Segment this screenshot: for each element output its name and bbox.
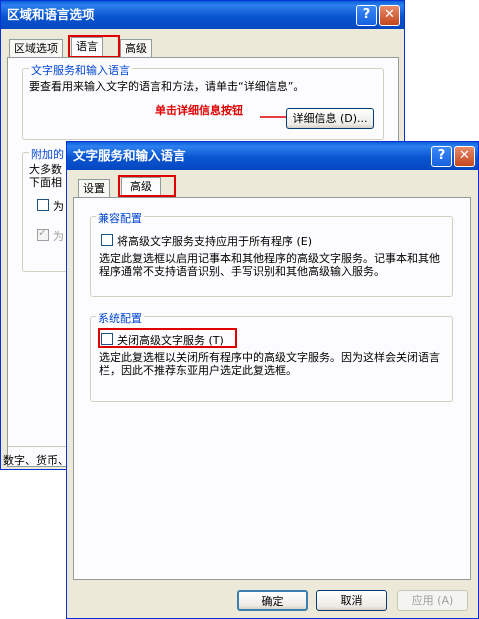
system-group: 系统配置 关闭高级文字服务 (T) 选定此复选框以关闭所有程序中的高级文字服务。… xyxy=(90,310,453,402)
close-icon[interactable]: ✕ xyxy=(454,146,475,167)
compat-checkbox[interactable] xyxy=(101,234,113,246)
checkmark-icon: ✓ xyxy=(38,226,48,239)
close-icon[interactable]: ✕ xyxy=(379,5,400,26)
tab-advanced[interactable]: 高级 xyxy=(120,39,152,58)
annotation-text: 单击详细信息按钮 xyxy=(155,104,243,117)
panel-divider xyxy=(8,446,70,447)
text-services-group: 文字服务和输入语言 要查看用来输入文字的语言和方法，请单击“详细信息”。 单击详… xyxy=(22,62,384,140)
help-icon[interactable]: ? xyxy=(356,5,377,26)
supplemental-title: 附加的 xyxy=(29,146,66,162)
tab-regional-options[interactable]: 区域选项 xyxy=(9,39,63,58)
checkbox-highlight xyxy=(98,328,237,348)
system-title: 系统配置 xyxy=(96,310,144,326)
supplemental-checkbox-1[interactable] xyxy=(37,199,49,211)
help-icon[interactable]: ? xyxy=(431,146,452,167)
bottom-text: 数字、货币、 xyxy=(3,454,69,467)
title-bar: 区域和语言选项 ? ✕ xyxy=(1,1,404,29)
system-description: 选定此复选框以关闭所有程序中的高级文字服务。因为这样会关闭语言栏，因此不推荐东亚… xyxy=(99,351,440,377)
advanced-panel: 兼容配置 将高级文字服务支持应用于所有程序 (E) 选定此复选框以启用记事本和其… xyxy=(73,197,471,580)
supplemental-checkbox-2-label: 为 xyxy=(53,230,64,243)
compat-title: 兼容配置 xyxy=(96,210,144,226)
tab-highlight xyxy=(118,175,176,197)
text-services-window: 文字服务和输入语言 ? ✕ 设置 高级 兼容配置 将高级文字服务支持应用于所有程… xyxy=(66,141,479,619)
window-title: 文字服务和输入语言 xyxy=(73,148,186,163)
details-button[interactable]: 详细信息 (D)... xyxy=(286,108,374,129)
supplemental-text-2: 下面相 xyxy=(29,176,62,189)
window-title: 区域和语言选项 xyxy=(7,7,95,22)
compat-checkbox-label[interactable]: 将高级文字服务支持应用于所有程序 (E) xyxy=(117,233,312,249)
compat-group: 兼容配置 将高级文字服务支持应用于所有程序 (E) 选定此复选框以启用记事本和其… xyxy=(90,210,453,297)
title-bar: 文字服务和输入语言 ? ✕ xyxy=(67,142,478,170)
tab-highlight xyxy=(68,35,120,58)
apply-button[interactable]: 应用 (A) xyxy=(397,590,468,611)
supplemental-checkbox-1-label: 为 xyxy=(53,200,64,213)
group-description: 要查看用来输入文字的语言和方法，请单击“详细信息”。 xyxy=(29,80,305,93)
cancel-button[interactable]: 取消 xyxy=(316,590,387,611)
tab-settings[interactable]: 设置 xyxy=(78,179,110,198)
compat-description: 选定此复选框以启用记事本和其他程序的高级文字服务。记事本和其他程序通常不支持语音… xyxy=(99,252,440,278)
group-title: 文字服务和输入语言 xyxy=(29,62,132,78)
ok-button[interactable]: 确定 xyxy=(237,590,308,611)
